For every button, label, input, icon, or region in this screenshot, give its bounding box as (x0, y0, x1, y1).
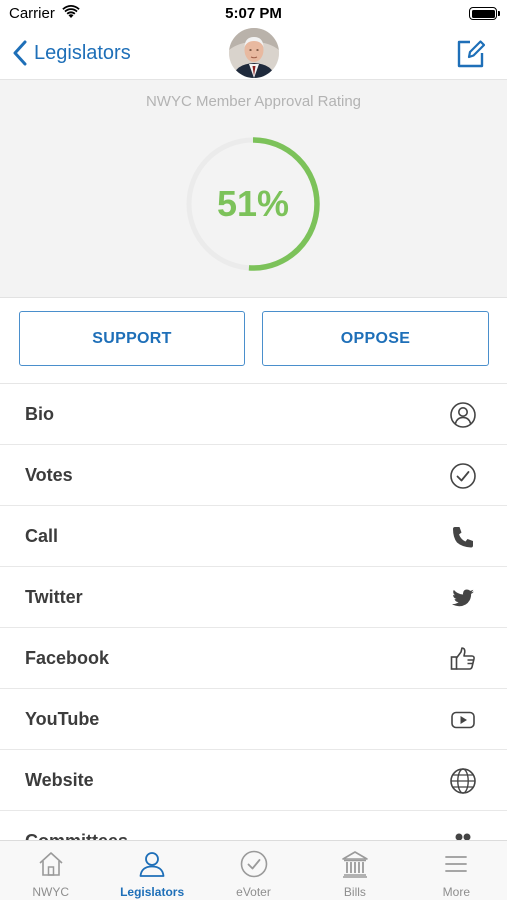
tab-label: More (442, 885, 470, 899)
navigation-bar: Legislators (0, 28, 507, 80)
avatar[interactable] (229, 28, 279, 78)
legislator-portrait (229, 28, 279, 78)
youtube-icon (449, 706, 477, 734)
back-label: Legislators (34, 41, 131, 64)
approval-rating-value: 51% (216, 183, 290, 224)
menu-item-label: Votes (25, 465, 73, 485)
capitol-icon (340, 849, 370, 879)
globe-icon (449, 767, 477, 795)
menu-item-twitter[interactable]: Twitter (0, 567, 507, 628)
menu-item-committees[interactable]: Committees (0, 811, 507, 840)
chevron-left-icon (13, 40, 27, 66)
approval-rating-label: NWYC Member Approval Rating (145, 93, 362, 110)
menu-item-label: Facebook (25, 648, 110, 668)
person-circle-icon (449, 401, 477, 429)
menu-item-label: Twitter (25, 587, 83, 607)
home-icon (36, 849, 66, 879)
menu-item-website[interactable]: Website (0, 750, 507, 811)
tab-bills[interactable]: Bills (304, 841, 405, 900)
menu-item-bio[interactable]: Bio (0, 384, 507, 445)
menu-item-label: Website (25, 770, 94, 790)
support-button[interactable]: SUPPORT (19, 311, 245, 366)
back-button[interactable]: Legislators (12, 38, 131, 68)
menu-item-votes[interactable]: Votes (0, 445, 507, 506)
menu-item-youtube[interactable]: YouTube (0, 689, 507, 750)
tab-label: Legislators (120, 885, 185, 899)
tab-label: Bills (343, 885, 366, 899)
status-bar: Carrier 5:07 PM (0, 0, 507, 28)
tab-label: NWYC (32, 885, 70, 899)
menu-item-call[interactable]: Call (0, 506, 507, 567)
check-circle-icon (239, 849, 269, 879)
tab-label: eVoter (236, 885, 271, 899)
check-circle-icon (449, 462, 477, 490)
approval-rating-panel: NWYC Member Approval Rating 51% (0, 80, 507, 298)
battery-icon (469, 7, 500, 20)
menu-item-label: Call (25, 526, 59, 546)
phone-icon (449, 523, 477, 551)
tab-legislators[interactable]: Legislators (101, 841, 202, 900)
tab-evoter[interactable]: eVoter (203, 841, 304, 900)
legislator-menu-list: Bio Votes Call Twitter Facebook YouTube (0, 384, 507, 840)
tab-more[interactable]: More (406, 841, 507, 900)
tab-bar: NWYC Legislators eVoter Bills More (0, 840, 507, 900)
menu-item-facebook[interactable]: Facebook (0, 628, 507, 689)
thumbs-up-icon (449, 645, 477, 673)
menu-item-label: YouTube (25, 709, 100, 729)
people-icon (449, 828, 477, 840)
tab-nwyc[interactable]: NWYC (0, 841, 101, 900)
menu-item-label: Bio (25, 404, 54, 424)
menu-item-label: Committees (25, 811, 128, 840)
menu-icon (441, 849, 471, 879)
clock: 5:07 PM (225, 5, 282, 22)
vote-action-row: SUPPORT OPPOSE (0, 298, 507, 384)
edit-icon[interactable] (455, 36, 485, 70)
twitter-icon (449, 584, 477, 612)
person-icon (137, 849, 167, 879)
oppose-button[interactable]: OPPOSE (262, 311, 489, 366)
